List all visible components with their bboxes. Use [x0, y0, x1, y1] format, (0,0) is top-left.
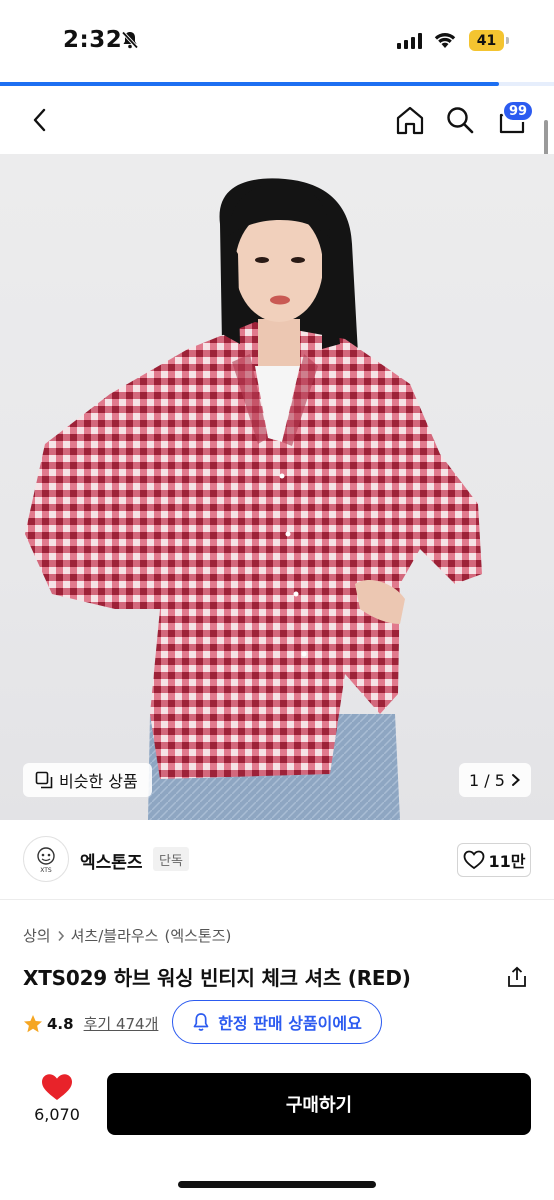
- limited-sale-label: 한정 판매 상품이에요: [218, 1014, 362, 1033]
- breadcrumb-item[interactable]: 상의: [23, 925, 51, 946]
- cellular-signal-icon: [397, 33, 422, 49]
- buy-button[interactable]: 구매하기: [107, 1073, 531, 1135]
- status-bar: 2:32 41: [0, 0, 554, 82]
- home-button[interactable]: [390, 100, 430, 140]
- rating-score: 4.8: [47, 1014, 74, 1033]
- image-pager-label: 1 / 5: [469, 770, 505, 790]
- brand-row: XTS 엑스톤즈 단독 11만: [0, 820, 554, 900]
- back-icon: [33, 108, 46, 132]
- bell-icon: [193, 1013, 209, 1031]
- search-button[interactable]: [440, 100, 480, 140]
- image-pager-button[interactable]: 1 / 5: [459, 763, 531, 797]
- review-count-link[interactable]: 후기 474개: [84, 1013, 159, 1034]
- share-icon: [508, 966, 526, 987]
- product-title: XTS029 하브 워싱 빈티지 체크 셔츠 (RED): [23, 966, 411, 990]
- share-button[interactable]: [503, 963, 531, 991]
- chevron-right-icon: [58, 930, 64, 941]
- brand-name[interactable]: 엑스톤즈: [80, 848, 143, 873]
- wifi-icon: [434, 33, 456, 48]
- brand-logo[interactable]: XTS: [23, 836, 69, 882]
- heart-outline-icon: [463, 850, 484, 870]
- brand-like-button[interactable]: 11만: [457, 843, 531, 877]
- search-icon: [447, 107, 474, 134]
- status-time: 2:32: [63, 27, 123, 53]
- home-indicator: [178, 1181, 376, 1188]
- star-icon: [24, 1014, 42, 1032]
- breadcrumb-item: (엑스톤즈): [164, 927, 232, 945]
- similar-products-label: 비슷한 상품: [59, 772, 138, 791]
- top-nav-bar: [0, 86, 554, 154]
- product-photo: [25, 178, 482, 820]
- brand-logo-text: XTS: [40, 867, 52, 874]
- brand-logo-mark: XTS: [37, 847, 55, 874]
- similar-icon: [35, 771, 53, 789]
- battery-indicator: 41: [469, 30, 509, 51]
- breadcrumb: 상의 셔츠/블라우스 (엑스톤즈): [23, 925, 231, 946]
- rating-row: 4.8 후기 474개: [23, 1013, 158, 1034]
- exclusive-tag: 단독: [153, 847, 189, 871]
- back-button[interactable]: [20, 100, 60, 140]
- breadcrumb-item[interactable]: 셔츠/블라우스: [71, 925, 159, 946]
- brand-like-count: 11만: [488, 852, 526, 871]
- product-image-carousel[interactable]: [0, 154, 554, 820]
- bell-off-icon: [121, 31, 139, 49]
- home-icon: [396, 106, 424, 135]
- wishlist-button[interactable]: 6,070: [30, 1073, 84, 1124]
- wishlist-count: 6,070: [34, 1105, 80, 1124]
- chevron-right-icon: [511, 774, 520, 786]
- heart-icon: [42, 1074, 72, 1100]
- battery-level: 41: [469, 30, 504, 51]
- cart-count-badge: 99: [502, 100, 535, 122]
- similar-products-button[interactable]: 비슷한 상품: [23, 763, 152, 797]
- limited-sale-notice[interactable]: 한정 판매 상품이에요: [172, 1000, 382, 1044]
